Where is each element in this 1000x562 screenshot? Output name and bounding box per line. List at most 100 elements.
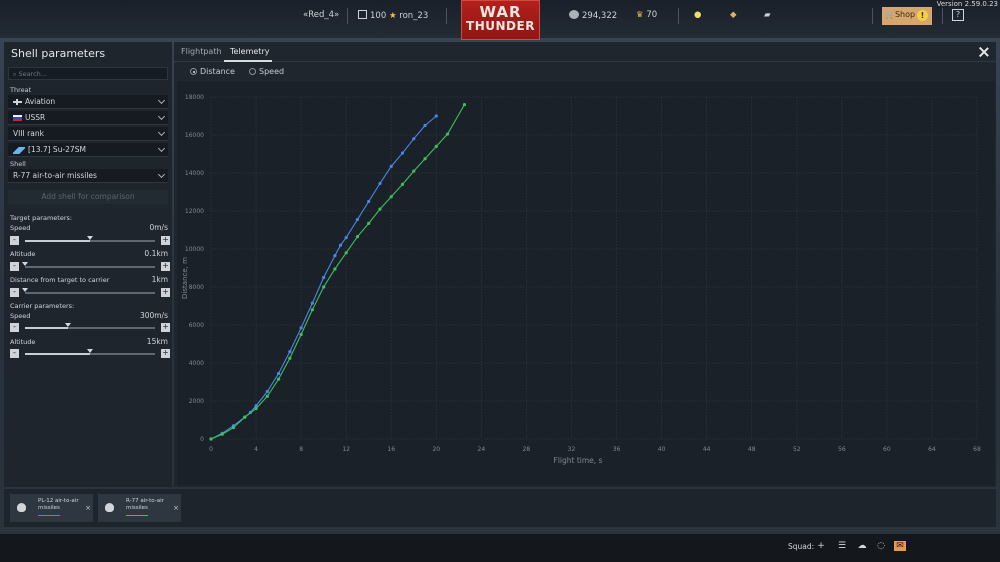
silver-lions-value: 294,322 xyxy=(582,11,618,21)
chat-icon[interactable]: ◌ xyxy=(875,541,887,551)
data-point xyxy=(378,207,382,211)
add-shell-comparison-button[interactable]: Add shell for comparison xyxy=(8,190,168,204)
slider-track[interactable] xyxy=(25,323,155,329)
slider-handle[interactable] xyxy=(22,262,28,266)
data-point xyxy=(310,301,314,305)
decrease-button[interactable]: - xyxy=(10,323,19,332)
tab-telemetry[interactable]: Telemetry xyxy=(230,47,269,56)
radio-speed[interactable]: Speed xyxy=(249,67,284,76)
squad-label: Squad: xyxy=(788,542,815,551)
chevron-down-icon xyxy=(157,128,166,137)
slider-track[interactable] xyxy=(25,236,155,242)
squadron-tag[interactable]: «Red_4» xyxy=(303,10,339,20)
lightbulb-icon[interactable]: ● xyxy=(694,10,701,20)
close-icon[interactable] xyxy=(978,46,990,58)
data-point xyxy=(389,195,393,199)
data-point xyxy=(243,415,247,419)
data-point xyxy=(434,114,438,118)
comparison-card-r77[interactable]: R-77 air-to-air missiles × xyxy=(98,494,181,522)
radio-distance[interactable]: Distance xyxy=(190,67,235,76)
war-thunder-logo[interactable]: WAR THUNDER xyxy=(461,0,540,40)
increase-button[interactable]: + xyxy=(161,236,170,245)
data-point xyxy=(254,407,258,411)
slider-fill xyxy=(25,327,68,329)
trophy-icon[interactable]: ◆ xyxy=(730,10,737,20)
target-altitude-slider[interactable]: - + xyxy=(10,262,170,272)
slider-track[interactable] xyxy=(22,262,155,268)
decrease-button[interactable]: - xyxy=(10,262,19,271)
x-tick-label: 8 xyxy=(299,446,303,453)
x-tick-label: 44 xyxy=(703,446,711,453)
mail-icon[interactable]: ✉ xyxy=(894,541,906,551)
slider-handle[interactable] xyxy=(64,323,71,327)
increase-button[interactable]: + xyxy=(161,323,170,332)
search-icon: ⌕ xyxy=(13,71,17,78)
carrier-altitude-slider[interactable]: - + xyxy=(10,349,170,359)
player-level[interactable]: 100 ★ ron_23 xyxy=(358,10,428,21)
slider-handle[interactable] xyxy=(22,288,28,292)
decrease-button[interactable]: - xyxy=(10,288,19,297)
comparison-card-pl12[interactable]: PL-12 air-to-air missiles × xyxy=(10,494,93,522)
decrease-button[interactable]: - xyxy=(10,349,19,358)
data-point xyxy=(389,164,393,168)
shop-label: Shop xyxy=(894,10,916,19)
data-point xyxy=(276,371,281,376)
increase-button[interactable]: + xyxy=(161,288,170,297)
chevron-down-icon xyxy=(157,144,166,153)
target-speed-value: 0m/s xyxy=(149,223,168,232)
threat-value: Aviation xyxy=(25,97,56,106)
data-point xyxy=(276,377,281,381)
golden-eagle-icon: ♛ xyxy=(636,10,644,20)
add-squad-icon[interactable]: + xyxy=(815,541,827,551)
y-tick-label: 14000 xyxy=(185,170,204,177)
data-point xyxy=(209,437,213,441)
remove-card-button[interactable]: × xyxy=(85,504,91,512)
contacts-icon[interactable]: ☁ xyxy=(856,541,868,551)
list-icon[interactable]: ☰ xyxy=(836,541,848,551)
target-distance-slider[interactable]: - + xyxy=(10,288,170,298)
country-dropdown[interactable]: USSR xyxy=(8,111,168,125)
comparison-strip: PL-12 air-to-air missiles × R-77 air-to-… xyxy=(4,489,996,527)
card-name: PL-12 air-to-air missiles xyxy=(38,498,79,511)
remove-card-button[interactable]: × xyxy=(173,504,179,512)
threat-dropdown[interactable]: Aviation xyxy=(8,95,168,109)
rank-dropdown[interactable]: VIII rank xyxy=(8,127,168,141)
slider-track[interactable] xyxy=(22,288,155,294)
decrease-button[interactable]: - xyxy=(10,236,19,245)
carrier-altitude-value: 15km xyxy=(146,337,168,346)
slider-track[interactable] xyxy=(25,349,155,355)
panel-title: Shell parameters xyxy=(11,47,106,60)
help-button[interactable]: ? xyxy=(952,9,964,21)
y-tick-label: 16000 xyxy=(185,132,204,139)
y-tick-label: 10000 xyxy=(185,246,204,253)
target-speed-slider[interactable]: - + xyxy=(10,236,170,246)
y-axis-label: Distance, m xyxy=(181,257,189,299)
data-point xyxy=(322,285,326,289)
shell-dropdown[interactable]: R-77 air-to-air missiles xyxy=(8,169,168,183)
divider xyxy=(347,8,348,24)
series-swatch xyxy=(126,515,148,516)
shop-button[interactable]: 🛒Shop ! xyxy=(882,7,932,25)
search-input[interactable]: ⌕ Search... xyxy=(8,67,168,80)
slider-handle[interactable] xyxy=(87,349,93,353)
x-tick-label: 60 xyxy=(883,446,891,453)
chart-area: 0 2000 4000 6000 8000 10000 12000 14000 16000 180… xyxy=(177,81,995,485)
increase-button[interactable]: + xyxy=(161,262,170,271)
vehicle-dropdown[interactable]: [13.7] Su-27SM xyxy=(8,143,168,157)
slider-handle[interactable] xyxy=(87,236,93,240)
carrier-speed-slider[interactable]: - + xyxy=(10,323,170,333)
data-point xyxy=(423,123,427,128)
data-point xyxy=(445,132,450,136)
shell-label: Shell xyxy=(10,160,26,168)
silver-lions[interactable]: 294,322 xyxy=(569,10,617,21)
divider xyxy=(678,8,679,24)
data-point xyxy=(423,157,427,161)
increase-button[interactable]: + xyxy=(161,349,170,358)
missile-icon xyxy=(17,503,26,512)
data-point xyxy=(412,137,416,141)
tab-flightpath[interactable]: Flightpath xyxy=(181,47,222,56)
target-altitude-label: Altitude xyxy=(10,250,36,258)
golden-eagles[interactable]: ♛ 70 xyxy=(636,10,657,20)
coupon-icon[interactable]: ▰ xyxy=(764,10,771,20)
x-tick-label: 48 xyxy=(748,446,756,453)
